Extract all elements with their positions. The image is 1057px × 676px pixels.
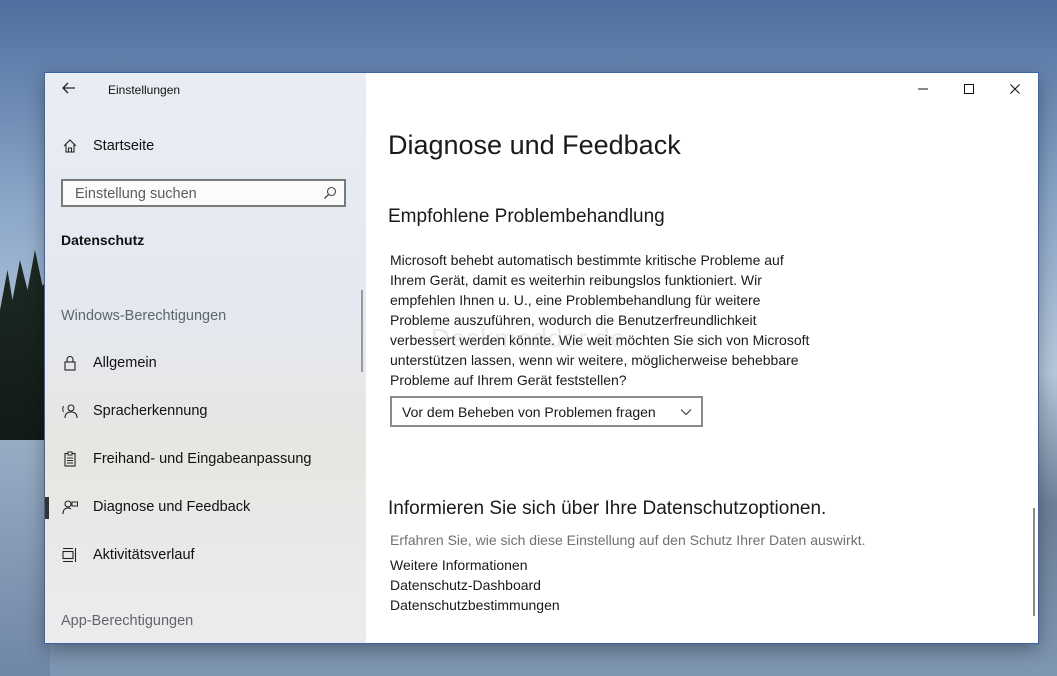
description-line: Ihrem Gerät, damit es weiterhin reibungs… — [390, 272, 762, 288]
sidebar-item-diagnose[interactable]: Diagnose und Feedback — [45, 487, 366, 527]
group-header-apps: App-Berechtigungen — [61, 613, 194, 629]
page-title: Diagnose und Feedback — [388, 130, 681, 160]
sidebar-item-aktivitaetsverlauf[interactable]: Aktivitätsverlauf — [45, 535, 366, 575]
clipboard-icon — [62, 451, 78, 467]
lock-icon — [62, 355, 78, 371]
description-line: empfehlen Ihnen u. U., eine Problembehan… — [390, 292, 761, 308]
search-input[interactable] — [73, 184, 317, 204]
back-arrow-icon — [62, 82, 75, 94]
description-line: verbessert werden könnte. Wie weit möcht… — [390, 332, 810, 348]
sidebar-item-label: Spracherkennung — [93, 403, 208, 419]
sidebar-item-label: Diagnose und Feedback — [93, 499, 251, 515]
sidebar-item-home[interactable]: Startseite — [45, 126, 366, 166]
maximize-icon — [964, 84, 974, 94]
search-icon[interactable] — [323, 186, 337, 200]
privacy-subtext: Erfahren Sie, wie sich diese Einstellung… — [390, 532, 866, 548]
sidebar-item-label: Allgemein — [93, 355, 157, 371]
desktop-background-water — [0, 440, 50, 676]
description-line: unterstützen lassen, wenn wir weitere, m… — [390, 352, 799, 368]
desktop-background-trees — [0, 250, 50, 450]
sidebar-item-spracherkennung[interactable]: Spracherkennung — [45, 391, 366, 431]
troubleshoot-dropdown[interactable]: Vor dem Beheben von Problemen fragen — [390, 396, 703, 427]
timeline-icon — [62, 547, 78, 563]
maximize-button[interactable] — [946, 73, 992, 105]
group-header-windows: Windows-Berechtigungen — [61, 308, 227, 324]
window-title: Einstellungen — [108, 83, 181, 97]
minimize-icon — [918, 88, 928, 90]
main-content: Diagnose und Feedback Empfohlene Problem… — [366, 73, 1038, 643]
sidebar-item-freihand[interactable]: Freihand- und Eingabeanpassung — [45, 439, 366, 479]
sidebar-item-label: Aktivitätsverlauf — [93, 547, 195, 563]
sidebar-item-label: Freihand- und Eingabeanpassung — [93, 451, 312, 467]
chevron-down-icon — [680, 409, 692, 416]
description-line: Microsoft behebt automatisch bestimmte k… — [390, 252, 784, 268]
link-privacy-statement[interactable]: Datenschutzbestimmungen — [390, 597, 560, 613]
link-privacy-dashboard[interactable]: Datenschutz-Dashboard — [390, 577, 541, 593]
close-icon — [1010, 84, 1020, 94]
home-icon — [62, 138, 78, 154]
sidebar-item-label: Startseite — [93, 138, 155, 154]
sidebar-item-allgemein[interactable]: Allgemein — [45, 343, 366, 383]
content-scrollbar[interactable] — [1033, 508, 1035, 616]
search-box[interactable] — [61, 179, 346, 207]
description-line: Probleme auszuführen, wodurch die Benutz… — [390, 312, 757, 328]
troubleshoot-description: Microsoft behebt automatisch bestimmte k… — [390, 250, 840, 390]
settings-window: Einstellungen Startseite Datenschutz Win… — [45, 73, 1038, 643]
link-more-info[interactable]: Weitere Informationen — [390, 557, 527, 573]
active-indicator — [45, 497, 49, 519]
minimize-button[interactable] — [900, 73, 946, 105]
speech-icon — [62, 403, 78, 419]
sidebar: Einstellungen Startseite Datenschutz Win… — [45, 73, 366, 643]
privacy-heading: Informieren Sie sich über Ihre Datenschu… — [388, 498, 827, 519]
section-title: Datenschutz — [61, 232, 145, 248]
dropdown-value: Vor dem Beheben von Problemen fragen — [402, 404, 656, 420]
feedback-icon — [62, 499, 78, 515]
description-line: Probleme auf Ihrem Gerät feststellen? — [390, 372, 627, 388]
close-button[interactable] — [992, 73, 1038, 105]
troubleshoot-heading: Empfohlene Problembehandlung — [388, 206, 665, 227]
back-button[interactable] — [59, 81, 79, 101]
